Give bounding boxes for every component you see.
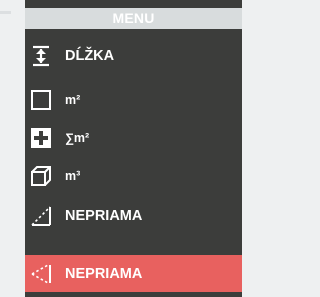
indirect-angle-icon [30, 263, 52, 285]
menu-title: MENU [25, 8, 242, 29]
sum-area-icon [30, 127, 52, 149]
menu-item-area[interactable]: m² [25, 81, 242, 118]
cube-volume-icon [30, 165, 52, 187]
menu-item-label: m³ [65, 168, 81, 183]
menu-item-label: ∑m² [65, 130, 90, 145]
menu-item-length[interactable]: DĹŽKA [25, 37, 242, 74]
length-arrows-icon [30, 45, 52, 67]
menu-item-label: m² [65, 92, 81, 107]
background-panel [0, 0, 25, 297]
menu-item-indirect-triangle[interactable]: NEPRIAMA [25, 197, 242, 234]
menu-item-sum-area[interactable]: ∑m² [25, 119, 242, 156]
menu-item-label: NEPRIAMA [65, 265, 143, 282]
menu-item-volume[interactable]: m³ [25, 157, 242, 194]
side-menu: MENU DĹŽKA m² ∑m² m³ NEPRIAMA NEPRIAMA [25, 0, 242, 297]
menu-bottom-edge [25, 293, 242, 297]
square-area-icon [30, 89, 52, 111]
background-divider [0, 11, 11, 14]
menu-item-indirect-angle[interactable]: NEPRIAMA [25, 255, 242, 292]
indirect-triangle-icon [30, 205, 52, 227]
menu-item-label: DĹŽKA [65, 47, 115, 64]
menu-item-label: NEPRIAMA [65, 207, 143, 224]
